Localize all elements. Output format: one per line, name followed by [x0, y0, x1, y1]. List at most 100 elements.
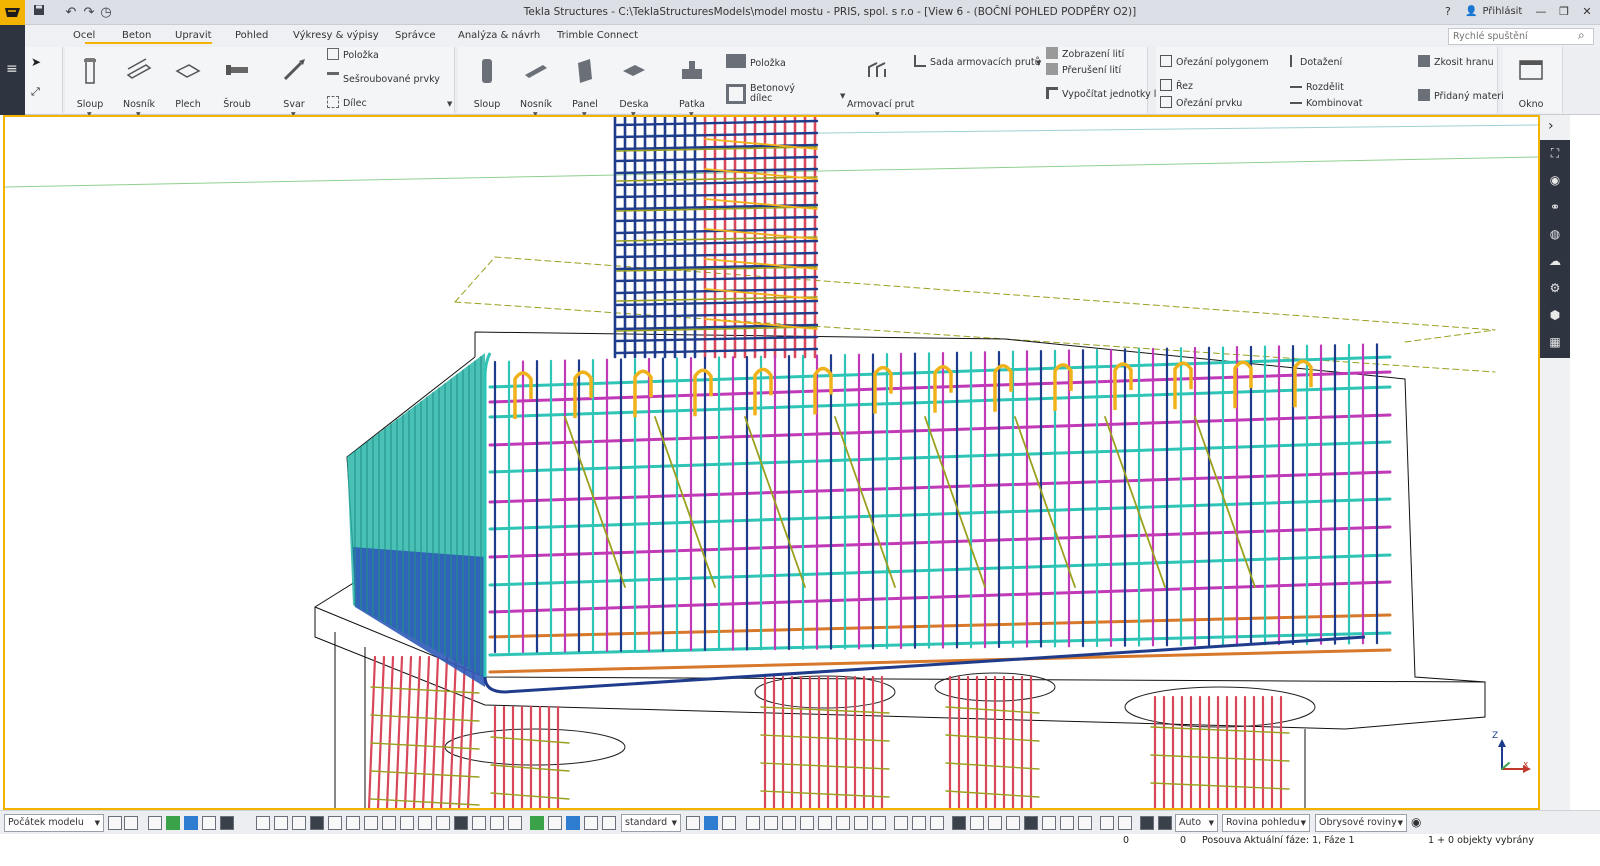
snap-intersect-icon[interactable]	[800, 816, 814, 830]
select-layers-icon[interactable]	[584, 816, 598, 830]
tab-pohled[interactable]: Pohled	[235, 30, 268, 41]
snap-dark-icon[interactable]	[1158, 816, 1172, 830]
select-pour-icon[interactable]	[382, 816, 396, 830]
view-eye-icon[interactable]: ◉	[1411, 815, 1421, 829]
link-icon[interactable]: ⚭	[1546, 198, 1564, 216]
globe-icon[interactable]: ◍	[1546, 225, 1564, 243]
save-icon[interactable]	[30, 4, 48, 21]
snap-mode-select[interactable]: Auto ▼	[1175, 814, 1218, 832]
tab-upravit[interactable]: Upravit	[175, 30, 212, 41]
weld-button[interactable]: Svar ▼	[271, 55, 317, 118]
snap-arrow-icon[interactable]	[1100, 816, 1114, 830]
tab-analyza[interactable]: Analýza & návrh	[458, 30, 540, 41]
add-plane-icon[interactable]	[108, 816, 122, 830]
polygon-cut-button[interactable]: Ořezání polygonem	[1160, 55, 1269, 71]
rebar-button[interactable]: Armovací prut ▼	[847, 55, 914, 118]
select-marks-icon[interactable]	[490, 816, 504, 830]
tab-spravce[interactable]: Správce	[395, 30, 436, 41]
window-button[interactable]: Okno	[1508, 55, 1554, 111]
snap-end-icon[interactable]	[746, 816, 760, 830]
snap-geometry-icon[interactable]	[704, 816, 718, 830]
select-references-icon[interactable]	[400, 816, 414, 830]
select-planes-icon[interactable]	[292, 816, 306, 830]
select-bolts-icon[interactable]	[310, 816, 324, 830]
select-detail-icon[interactable]	[548, 816, 562, 830]
snap-eye-icon[interactable]	[722, 816, 736, 830]
cloud-icon[interactable]: ☁	[1546, 252, 1564, 270]
chevron-right-icon[interactable]: ›	[1548, 118, 1554, 134]
select-components-icon[interactable]	[346, 816, 360, 830]
select-grid-icon[interactable]	[202, 816, 216, 830]
select-loads-icon[interactable]	[454, 816, 468, 830]
snap-any-icon[interactable]	[854, 816, 868, 830]
history-icon[interactable]: ◷	[97, 4, 115, 21]
snap-grid-icon[interactable]	[912, 816, 926, 830]
concrete-beam-button[interactable]: Nosník ▼	[513, 55, 559, 118]
minimize-icon[interactable]: —	[1532, 3, 1550, 21]
snap-perp-icon[interactable]	[818, 816, 832, 830]
select-parts-icon[interactable]	[166, 816, 180, 830]
snap-x-icon[interactable]	[1060, 816, 1074, 830]
redo-icon[interactable]: ↷	[80, 4, 98, 21]
snap-nearest-icon[interactable]	[872, 816, 886, 830]
split-button[interactable]: Rozdělit	[1290, 80, 1344, 96]
snap-wave-icon[interactable]	[1078, 816, 1092, 830]
snap-box-icon[interactable]	[970, 816, 984, 830]
concrete-part-button[interactable]: Betonový dílec	[726, 84, 795, 104]
properties-icon[interactable]: ⛶	[1546, 144, 1564, 162]
layout-icon[interactable]: ▦	[1546, 333, 1564, 351]
bolted-items-button[interactable]: Sešroubované prvky	[327, 72, 440, 88]
select-views-icon[interactable]	[472, 816, 486, 830]
select-all-icon[interactable]	[602, 816, 616, 830]
select-hierarchy-icon[interactable]	[436, 816, 450, 830]
added-material-button[interactable]: Přidaný materi	[1418, 89, 1504, 105]
work-plane-select[interactable]: Počátek modelu ▼	[4, 814, 104, 832]
concrete-item-button[interactable]: Položka	[726, 54, 786, 70]
help-icon[interactable]: ?	[1445, 5, 1451, 18]
undo-icon[interactable]: ↶	[62, 4, 80, 21]
select-rebars-icon[interactable]	[328, 816, 342, 830]
pour-break-button[interactable]: Přerušení lití	[1046, 63, 1121, 79]
snap-show-icon[interactable]	[930, 816, 944, 830]
login-button[interactable]: 👤 Přihlásit	[1465, 6, 1522, 17]
panel-button[interactable]: Panel ▼	[562, 55, 608, 118]
concrete-part-dropdown[interactable]: ▼	[840, 92, 845, 100]
steel-part-button[interactable]: Dílec	[327, 96, 367, 112]
part-cut-button[interactable]: Ořezání prvku	[1160, 96, 1242, 112]
remove-plane-icon[interactable]	[124, 816, 138, 830]
view-plane-select[interactable]: Rovina pohledu ▼	[1222, 814, 1310, 832]
select-cuts-icon[interactable]	[274, 816, 288, 830]
steel-column-button[interactable]: Sloup ▼	[67, 55, 113, 118]
tab-trimble-connect[interactable]: Trimble Connect	[557, 30, 638, 41]
snap-triangle-icon[interactable]	[1006, 816, 1020, 830]
select-objects-icon[interactable]	[418, 816, 432, 830]
close-icon[interactable]: ✕	[1578, 3, 1596, 21]
select-tasks-icon[interactable]	[508, 816, 522, 830]
snap-line-ext-icon[interactable]	[836, 816, 850, 830]
steel-plate-button[interactable]: Plech	[165, 55, 211, 111]
steel-item-button[interactable]: Položka	[327, 48, 379, 64]
chamfer-button[interactable]: Zkosit hranu	[1418, 55, 1494, 71]
snap-line-icon[interactable]	[894, 816, 908, 830]
select-bolt-group-icon[interactable]	[566, 816, 580, 830]
select-arrow-icon[interactable]: ➤	[31, 55, 41, 69]
snap-corner-icon[interactable]	[1042, 816, 1056, 830]
rebar-set-dropdown[interactable]: ▼	[1036, 59, 1041, 67]
select-help-icon[interactable]: ⤢	[31, 85, 40, 99]
snap-circle-icon[interactable]	[988, 816, 1002, 830]
tab-vykresy[interactable]: Výkresy & výpisy	[293, 30, 379, 41]
menu-icon[interactable]: ≡	[6, 62, 18, 76]
steel-part-dropdown[interactable]: ▼	[447, 100, 452, 108]
footing-button[interactable]: Patka ▼	[669, 55, 715, 118]
select-points-icon[interactable]	[220, 816, 234, 830]
cut-button[interactable]: Řez	[1160, 79, 1193, 95]
select-welds-icon[interactable]	[256, 816, 270, 830]
model-view-3d[interactable]: Z x	[3, 115, 1540, 810]
tab-ocel[interactable]: Ocel	[73, 30, 95, 41]
select-nested-icon[interactable]	[530, 816, 544, 830]
slab-button[interactable]: Deska ▼	[611, 55, 657, 118]
cube-icon[interactable]: ⬢	[1546, 306, 1564, 324]
fit-button[interactable]: Dotažení	[1290, 55, 1342, 71]
bolt-button[interactable]: Šroub	[214, 55, 260, 111]
snap-mid-icon[interactable]	[782, 816, 796, 830]
